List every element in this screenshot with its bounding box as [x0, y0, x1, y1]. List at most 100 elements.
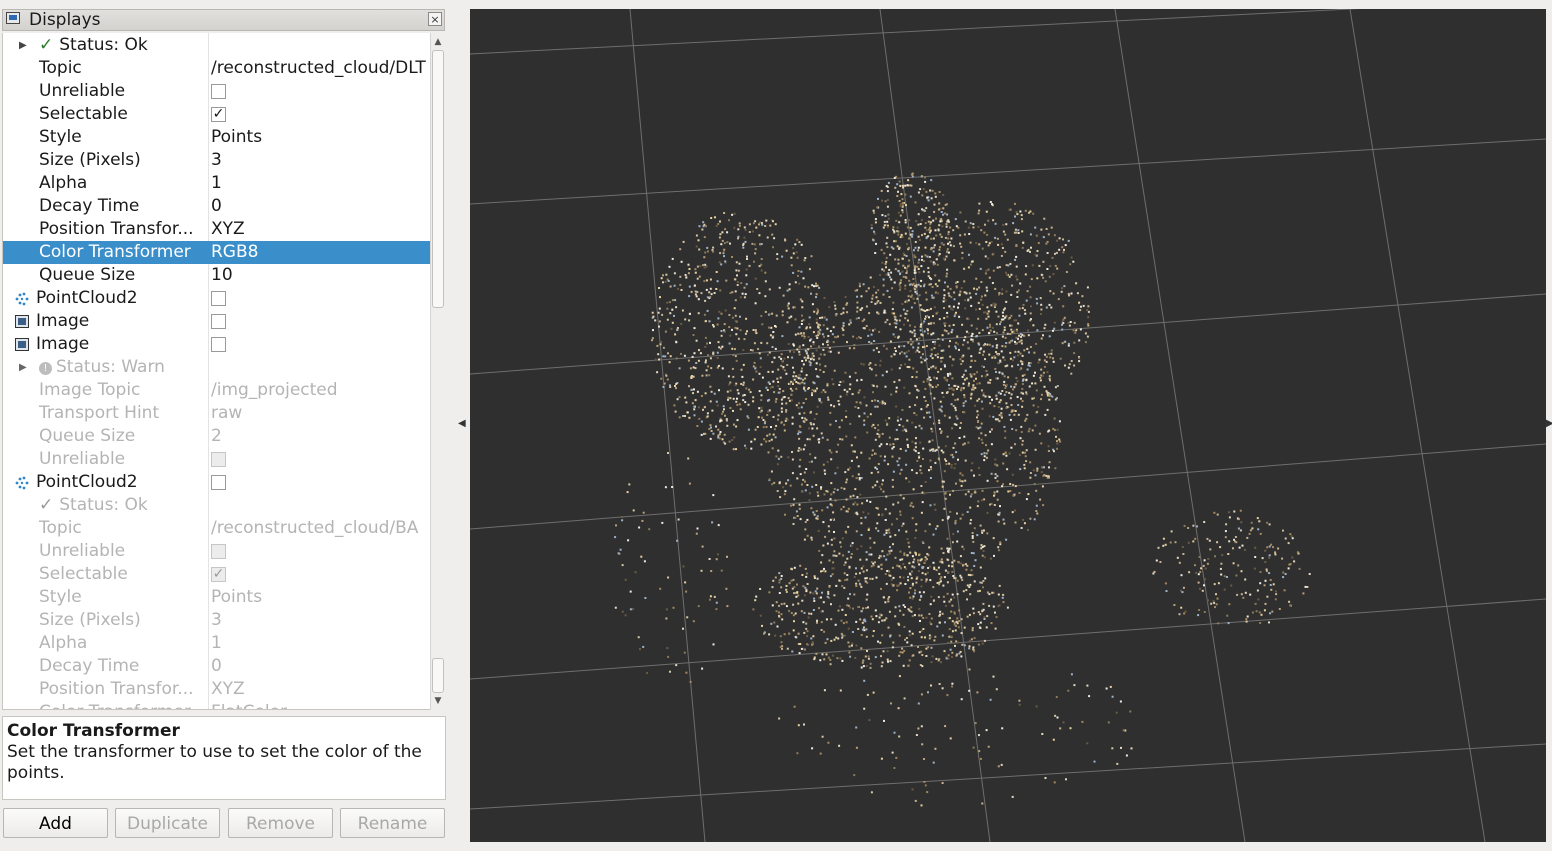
grid-line	[1349, 9, 1486, 842]
property-value[interactable]: Points	[211, 126, 262, 149]
enable-checkbox[interactable]	[211, 475, 226, 490]
property-value[interactable]: 1	[211, 632, 222, 655]
grid-line	[470, 598, 1546, 680]
tree-row[interactable]: Size (Pixels) 3	[3, 609, 430, 632]
tree-row[interactable]: Unreliable	[3, 540, 430, 563]
add-button[interactable]: Add	[3, 808, 108, 838]
image-icon	[15, 315, 29, 328]
tree-row[interactable]: Alpha 1	[3, 632, 430, 655]
panel-title: Displays	[29, 10, 101, 30]
property-checkbox[interactable]	[211, 544, 226, 559]
tree-row[interactable]: Color Transformer FlatColor	[3, 701, 430, 709]
property-checkbox[interactable]: ✓	[211, 567, 226, 582]
grid-line	[629, 9, 706, 842]
property-value[interactable]: raw	[211, 402, 242, 425]
tree-row[interactable]: Color Transformer RGB8	[3, 241, 430, 264]
property-value[interactable]: XYZ	[211, 678, 245, 701]
property-value[interactable]: FlatColor	[211, 701, 287, 709]
help-title: Color Transformer	[7, 721, 180, 741]
enable-checkbox[interactable]	[211, 291, 226, 306]
property-name: Transport Hint	[39, 403, 160, 423]
image-icon	[15, 338, 29, 351]
property-name: Color Transformer	[39, 242, 191, 262]
tree-row[interactable]: Queue Size 10	[3, 264, 430, 287]
tree-row[interactable]: ▶! Status: Warn	[3, 356, 430, 379]
grid-line	[470, 743, 1546, 810]
property-value[interactable]: RGB8	[211, 241, 258, 264]
property-value[interactable]: /reconstructed_cloud/BA	[211, 517, 418, 540]
property-value[interactable]: 0	[211, 655, 222, 678]
tree-row[interactable]: Selectable ✓	[3, 563, 430, 586]
tree-row[interactable]: Position Transfor... XYZ	[3, 218, 430, 241]
tree-row[interactable]: Unreliable	[3, 80, 430, 103]
property-name: Queue Size	[39, 426, 136, 446]
tree-row[interactable]: Decay Time 0	[3, 655, 430, 678]
property-name: Style	[39, 127, 82, 147]
tree-row[interactable]: Transport Hint raw	[3, 402, 430, 425]
tree-row[interactable]: Image	[3, 333, 430, 356]
property-value[interactable]: 1	[211, 172, 222, 195]
tree-row[interactable]: ▶ ✓ Status: Ok	[3, 34, 430, 57]
tree-row[interactable]: Position Transfor... XYZ	[3, 678, 430, 701]
collapse-right-icon[interactable]: ▶	[1546, 418, 1552, 429]
rename-button[interactable]: Rename	[340, 808, 445, 838]
scroll-down-icon[interactable]: ▼	[431, 694, 445, 708]
property-value[interactable]: 0	[211, 195, 222, 218]
tree-row[interactable]: ✓ Status: Ok	[3, 494, 430, 517]
tree-row[interactable]: Topic/reconstructed_cloud/BA	[3, 517, 430, 540]
tree-row[interactable]: Decay Time 0	[3, 195, 430, 218]
property-value[interactable]: /img_projected	[211, 379, 338, 402]
display-name: Image	[36, 311, 90, 331]
display-tree[interactable]: ▶ ✓ Status: Ok Topic/reconstructed_cloud/DL…	[2, 33, 430, 710]
property-value[interactable]: 10	[211, 264, 233, 287]
enable-checkbox[interactable]	[211, 337, 226, 352]
property-value[interactable]: XYZ	[211, 218, 245, 241]
property-value[interactable]: /reconstructed_cloud/DLT	[211, 57, 426, 80]
tree-row[interactable]: Style Points	[3, 126, 430, 149]
enable-checkbox[interactable]	[211, 314, 226, 329]
tree-row[interactable]: Size (Pixels) 3	[3, 149, 430, 172]
point-cloud	[614, 172, 1311, 807]
expand-arrow-icon[interactable]: ▶	[19, 356, 27, 379]
tree-row[interactable]: PointCloud2	[3, 471, 430, 494]
pointcloud-icon	[14, 291, 30, 307]
help-text: Set the transformer to use to set the co…	[7, 742, 422, 783]
property-value[interactable]: 2	[211, 425, 222, 448]
tree-row[interactable]: Style Points	[3, 586, 430, 609]
property-checkbox[interactable]	[211, 452, 226, 467]
scroll-up-icon[interactable]: ▲	[431, 35, 445, 49]
scroll-thumb[interactable]	[432, 50, 444, 308]
3d-viewport[interactable]	[470, 9, 1546, 842]
tree-row[interactable]: Unreliable	[3, 448, 430, 471]
close-icon[interactable]: ×	[428, 12, 442, 26]
grid-line	[879, 9, 991, 842]
tree-row[interactable]: Alpha 1	[3, 172, 430, 195]
tree-row[interactable]: PointCloud2	[3, 287, 430, 310]
scroll-thumb-lower[interactable]	[432, 658, 444, 693]
property-value[interactable]: Points	[211, 586, 262, 609]
status-label: Status: Ok	[59, 35, 148, 55]
property-name: Topic	[39, 58, 82, 78]
tree-row[interactable]: Queue Size 2	[3, 425, 430, 448]
property-value[interactable]: 3	[211, 609, 222, 632]
displays-icon	[6, 12, 20, 24]
property-name: Position Transfor...	[39, 679, 194, 699]
remove-button[interactable]: Remove	[228, 808, 333, 838]
property-name: Decay Time	[39, 656, 140, 676]
display-name: PointCloud2	[36, 288, 138, 308]
duplicate-button[interactable]: Duplicate	[115, 808, 220, 838]
collapse-left-icon[interactable]: ◀	[458, 418, 466, 429]
panel-splitter[interactable]: ◀	[448, 0, 469, 851]
property-checkbox[interactable]	[211, 84, 226, 99]
tree-row[interactable]: Selectable ✓	[3, 103, 430, 126]
property-value[interactable]: 3	[211, 149, 222, 172]
warning-icon: !	[39, 362, 52, 375]
tree-row[interactable]: Image Topic/img_projected	[3, 379, 430, 402]
pointcloud-icon	[14, 475, 30, 491]
tree-row[interactable]: Image	[3, 310, 430, 333]
property-name: Alpha	[39, 173, 88, 193]
tree-scrollbar[interactable]: ▲ ▼	[430, 33, 445, 710]
expand-arrow-icon[interactable]: ▶	[19, 34, 27, 57]
property-checkbox[interactable]: ✓	[211, 107, 226, 122]
tree-row[interactable]: Topic/reconstructed_cloud/DLT	[3, 57, 430, 80]
